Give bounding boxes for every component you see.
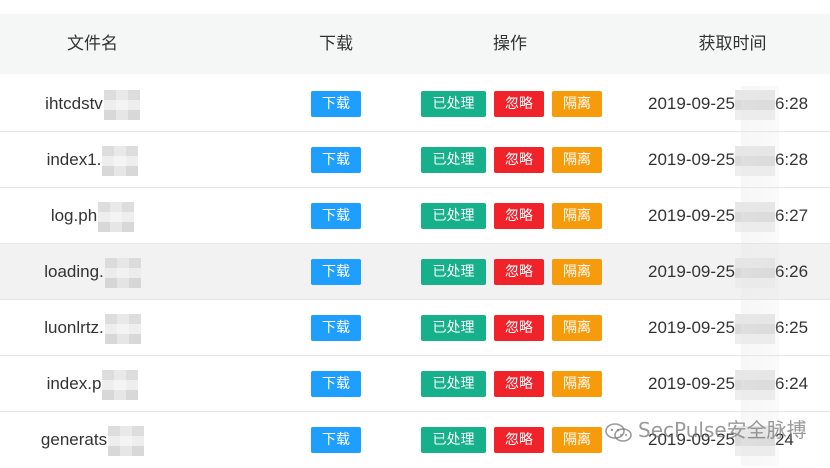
redaction-mosaic — [734, 201, 775, 232]
redaction-mosaic — [734, 145, 775, 176]
ignore-button[interactable]: 忽略 — [494, 91, 544, 117]
fetch-time-cell: 2019-09-25 6:25 — [648, 300, 808, 356]
column-header-filename: 文件名 — [67, 34, 118, 54]
isolate-button[interactable]: 隔离 — [552, 203, 602, 229]
table-row: ihtcdstv 下载 已处理 忽略 隔离 2019-09-25 6:28 — [0, 76, 830, 132]
table-row: index.p 下载 已处理 忽略 隔离 2019-09-25 6:24 — [0, 356, 830, 412]
time-minutes: 6:24 — [774, 374, 809, 393]
redaction-mosaic — [734, 89, 775, 120]
time-minutes: 6:28 — [774, 150, 809, 169]
watermark-text: SecPulse安全脉搏 — [638, 418, 807, 442]
table-row: log.ph 下载 已处理 忽略 隔离 2019-09-25 6:27 — [0, 188, 830, 244]
processed-button[interactable]: 已处理 — [421, 91, 486, 117]
redaction-mosaic — [103, 89, 140, 120]
redaction-mosaic — [104, 257, 141, 288]
processed-button[interactable]: 已处理 — [421, 147, 486, 173]
file-table: 文件名 下载 操作 获取时间 ihtcdstv 下载 已处理 忽略 隔离 201… — [0, 0, 830, 468]
filename-cell: index.p — [0, 356, 185, 412]
download-button[interactable]: 下载 — [311, 371, 361, 397]
time-minutes: 6:28 — [774, 94, 809, 113]
processed-button[interactable]: 已处理 — [421, 427, 486, 453]
ignore-button[interactable]: 忽略 — [494, 259, 544, 285]
filename-cell: ihtcdstv — [0, 76, 185, 132]
filename-text: index1. — [46, 150, 102, 169]
time-date: 2019-09-25 — [648, 318, 735, 337]
isolate-button[interactable]: 隔离 — [552, 315, 602, 341]
isolate-button[interactable]: 隔离 — [552, 259, 602, 285]
table-row: loading. 下载 已处理 忽略 隔离 2019-09-25 6:26 — [0, 244, 830, 300]
table-header: 文件名 下载 操作 获取时间 — [0, 14, 830, 74]
table-row: luonlrtz. 下载 已处理 忽略 隔离 2019-09-25 6:25 — [0, 300, 830, 356]
filename-cell: loading. — [0, 244, 185, 300]
redaction-mosaic — [98, 201, 135, 232]
wechat-icon — [604, 421, 634, 443]
download-button[interactable]: 下载 — [311, 203, 361, 229]
fetch-time-cell: 2019-09-25 6:26 — [648, 244, 808, 300]
isolate-button[interactable]: 隔离 — [552, 91, 602, 117]
filename-cell: log.ph — [0, 188, 185, 244]
processed-button[interactable]: 已处理 — [421, 259, 486, 285]
time-date: 2019-09-25 — [648, 262, 735, 281]
download-button[interactable]: 下载 — [311, 147, 361, 173]
column-header-actions: 操作 — [493, 34, 527, 54]
redaction-mosaic — [102, 145, 139, 176]
processed-button[interactable]: 已处理 — [421, 203, 486, 229]
filename-text: ihtcdstv — [45, 94, 103, 113]
ignore-button[interactable]: 忽略 — [494, 371, 544, 397]
filename-text: index.p — [46, 374, 102, 393]
filename-text: loading. — [44, 262, 104, 281]
redaction-mosaic — [102, 369, 139, 400]
fetch-time-cell: 2019-09-25 6:28 — [648, 132, 808, 188]
fetch-time-cell: 2019-09-25 6:27 — [648, 188, 808, 244]
fetch-time-cell: 2019-09-25 6:28 — [648, 76, 808, 132]
time-date: 2019-09-25 — [648, 206, 735, 225]
column-header-fetch-time: 获取时间 — [698, 34, 767, 54]
filename-text: generats — [40, 430, 108, 449]
redaction-mosaic — [734, 313, 775, 344]
redaction-mosaic — [104, 313, 141, 344]
filename-text: luonlrtz. — [44, 318, 104, 337]
time-date: 2019-09-25 — [648, 150, 735, 169]
processed-button[interactable]: 已处理 — [421, 315, 486, 341]
redaction-mosaic — [734, 257, 775, 288]
ignore-button[interactable]: 忽略 — [494, 427, 544, 453]
isolate-button[interactable]: 隔离 — [552, 371, 602, 397]
time-minutes: 6:25 — [774, 318, 809, 337]
time-minutes: 6:26 — [774, 262, 809, 281]
filename-cell: generats — [0, 412, 185, 468]
redaction-mosaic — [108, 425, 145, 456]
download-button[interactable]: 下载 — [311, 315, 361, 341]
time-minutes: 6:27 — [774, 206, 809, 225]
download-button[interactable]: 下载 — [311, 427, 361, 453]
time-date: 2019-09-25 — [648, 374, 735, 393]
ignore-button[interactable]: 忽略 — [494, 315, 544, 341]
download-button[interactable]: 下载 — [311, 259, 361, 285]
redaction-mosaic — [734, 369, 775, 400]
ignore-button[interactable]: 忽略 — [494, 147, 544, 173]
filename-text: log.ph — [50, 206, 98, 225]
time-date: 2019-09-25 — [648, 94, 735, 113]
column-header-download: 下载 — [319, 34, 353, 54]
processed-button[interactable]: 已处理 — [421, 371, 486, 397]
watermark: SecPulse安全脉搏 — [604, 414, 807, 446]
filename-cell: luonlrtz. — [0, 300, 185, 356]
download-button[interactable]: 下载 — [311, 91, 361, 117]
isolate-button[interactable]: 隔离 — [552, 147, 602, 173]
fetch-time-cell: 2019-09-25 6:24 — [648, 356, 808, 412]
table-row: index1. 下载 已处理 忽略 隔离 2019-09-25 6:28 — [0, 132, 830, 188]
isolate-button[interactable]: 隔离 — [552, 427, 602, 453]
ignore-button[interactable]: 忽略 — [494, 203, 544, 229]
filename-cell: index1. — [0, 132, 185, 188]
